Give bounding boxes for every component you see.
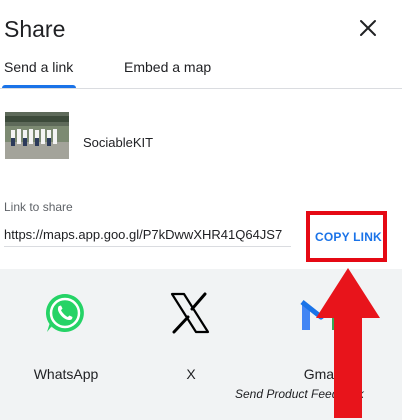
- share-whatsapp-button[interactable]: WhatsApp: [21, 290, 111, 382]
- share-dialog-header: Share Send a link Embed a map: [0, 0, 402, 89]
- close-icon[interactable]: [356, 16, 380, 40]
- place-name: SociableKIT: [83, 135, 154, 150]
- pointer-arrow-overlay: [316, 268, 380, 418]
- share-label-x: X: [186, 366, 196, 382]
- tab-send-a-link[interactable]: Send a link: [4, 59, 73, 75]
- active-tab-indicator: [2, 85, 76, 88]
- tab-bar: Send a link Embed a map: [0, 56, 402, 89]
- link-field[interactable]: https://maps.app.goo.gl/P7kDwwXHR41Q64JS…: [4, 222, 291, 247]
- place-thumbnail: [5, 112, 69, 159]
- whatsapp-icon: [42, 290, 88, 336]
- copy-link-button[interactable]: COPY LINK: [315, 230, 382, 244]
- link-label: Link to share: [4, 200, 73, 214]
- share-x-button[interactable]: X: [146, 290, 236, 382]
- x-logo-icon: [167, 290, 213, 336]
- link-url[interactable]: https://maps.app.goo.gl/P7kDwwXHR41Q64JS…: [4, 227, 282, 242]
- tab-embed-a-map[interactable]: Embed a map: [124, 59, 211, 75]
- dialog-title: Share: [4, 16, 66, 42]
- share-label-whatsapp: WhatsApp: [33, 366, 99, 382]
